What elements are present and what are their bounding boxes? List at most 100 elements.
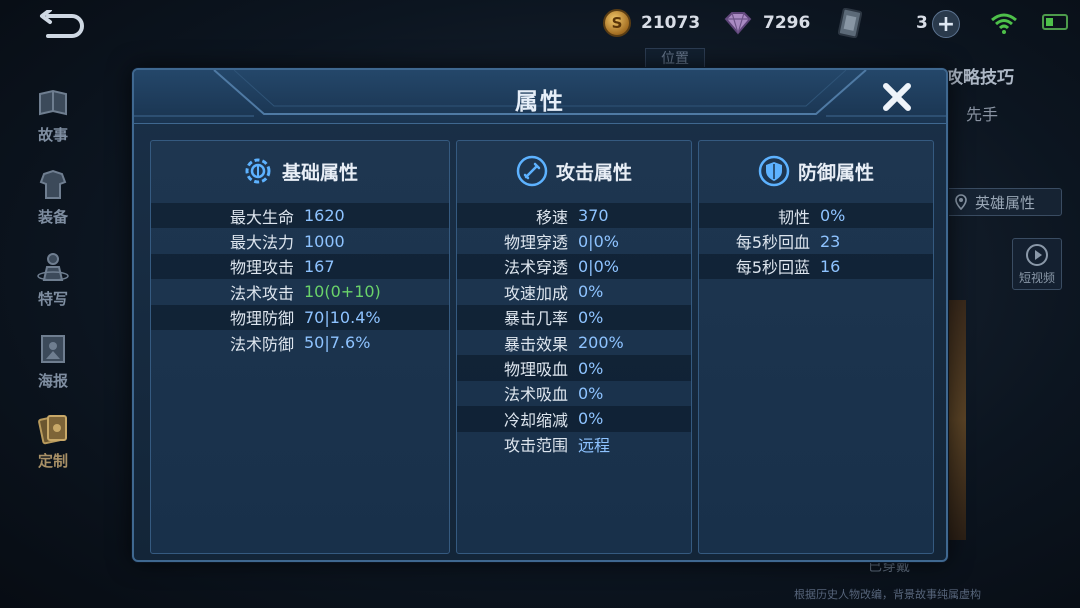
panel-header: 防御属性 — [699, 153, 933, 189]
modal-title: 属性 — [515, 89, 565, 115]
disclaimer-note: 根据历史人物改编，背景故事纯属虚构 — [794, 588, 981, 601]
background-tab-position: 位置 — [645, 48, 705, 68]
sidebar-item-poster[interactable]: 海报 — [22, 332, 84, 404]
attribute-label: 物理吸血 — [503, 360, 568, 380]
plus-icon: + — [936, 11, 956, 37]
attribute-value: 0% — [820, 206, 846, 226]
attribute-value: 167 — [304, 256, 335, 276]
location-pin-icon — [955, 194, 967, 210]
armor-icon — [39, 169, 67, 199]
base-attributes-panel: 基础属性 最大生命 1620 最大法力 1000 物理攻击 167 法术攻击 1… — [150, 140, 450, 554]
attribute-label: 最大法力 — [229, 233, 294, 253]
attribute-row: 每5秒回蓝 16 — [699, 253, 933, 280]
gold-coin-icon: S — [603, 9, 631, 37]
panel-title: 攻击属性 — [555, 161, 632, 184]
poster-icon — [41, 335, 65, 363]
sidebar-item-label: 海报 — [37, 372, 68, 390]
attribute-row: 每5秒回血 23 — [699, 228, 933, 253]
attribute-value: 0% — [578, 358, 604, 378]
figure-icon — [37, 253, 69, 281]
attribute-value: 0% — [578, 282, 604, 302]
attribute-label: 攻速加成 — [503, 283, 568, 303]
attribute-value: 1620 — [304, 206, 345, 226]
attribute-row: 冷却缩减 0% — [457, 406, 691, 432]
guide-tab: 攻略技巧 — [946, 68, 1014, 88]
attribute-value: 0|0% — [578, 256, 619, 276]
attribute-label: 最大生命 — [229, 207, 294, 227]
attribute-row: 暴击效果 200% — [457, 330, 691, 355]
attack-attributes-panel: 攻击属性 移速 370 物理穿透 0|0% 法术穿透 0|0% 攻速加成 0% … — [456, 140, 692, 554]
attribute-label: 法术吸血 — [503, 385, 568, 405]
attribute-row: 法术防御 50|7.6% — [151, 330, 449, 355]
attribute-row: 物理吸血 0% — [457, 355, 691, 381]
attribute-list: 韧性 0% 每5秒回血 23 每5秒回蓝 16 — [699, 203, 933, 280]
attribute-row: 最大生命 1620 — [151, 203, 449, 229]
attribute-label: 暴击几率 — [503, 309, 568, 329]
attribute-label: 移速 — [535, 207, 568, 227]
ticket-amount: 3 — [916, 13, 928, 33]
modal-header: 属性 — [134, 70, 946, 124]
gold-amount: 21073 — [641, 13, 701, 33]
battery-icon — [1042, 14, 1068, 30]
value-part: 10(0+ — [304, 282, 355, 302]
attribute-value: 0% — [578, 409, 604, 429]
add-currency-button[interactable]: + — [932, 10, 960, 38]
bonus-value: 10 — [354, 282, 375, 302]
attribute-row: 物理攻击 167 — [151, 253, 449, 280]
sidebar-item-label: 定制 — [37, 452, 68, 470]
shield-icon — [758, 155, 790, 187]
attribute-row: 最大法力 1000 — [151, 228, 449, 253]
attribute-label: 物理攻击 — [229, 258, 294, 278]
attribute-value: 0% — [578, 383, 604, 403]
attribute-value: 远程 — [578, 436, 611, 456]
attribute-label: 物理防御 — [229, 309, 294, 329]
sidebar-item-label: 装备 — [37, 208, 68, 226]
attribute-value: 0% — [578, 307, 604, 327]
attribute-row: 攻击范围 远程 — [457, 432, 691, 457]
attribute-label: 法术攻击 — [229, 283, 294, 303]
attribute-value: 200% — [578, 333, 624, 353]
sidebar-item-custom[interactable]: 定制 — [22, 412, 84, 484]
attribute-row: 物理穿透 0|0% — [457, 228, 691, 253]
back-arrow-icon[interactable] — [38, 10, 86, 40]
attribute-label: 冷却缩减 — [503, 410, 568, 430]
hero-attributes-button: 英雄属性 — [946, 188, 1062, 216]
attribute-value: 0|0% — [578, 231, 619, 251]
attribute-value: 50|7.6% — [304, 333, 371, 353]
gem-amount: 7296 — [763, 13, 811, 33]
sidebar-item-equipment[interactable]: 装备 — [22, 168, 84, 240]
attribute-label: 暴击效果 — [503, 334, 568, 354]
attribute-label: 法术防御 — [229, 334, 294, 354]
defense-attributes-panel: 防御属性 韧性 0% 每5秒回血 23 每5秒回蓝 16 — [698, 140, 934, 554]
sword-icon — [516, 155, 548, 187]
attribute-list: 最大生命 1620 最大法力 1000 物理攻击 167 法术攻击 10(0+1… — [151, 203, 449, 355]
ticket-icon — [838, 8, 862, 38]
attribute-row: 韧性 0% — [699, 203, 933, 229]
short-video-button: 短视频 — [1012, 238, 1062, 290]
attribute-label: 每5秒回蓝 — [735, 258, 810, 278]
gem-counter: 7296 — [723, 8, 810, 38]
attribute-row: 移速 370 — [457, 203, 691, 229]
ticket-counter: 3 — [838, 8, 928, 38]
attribute-value: 70|10.4% — [304, 307, 381, 327]
play-icon — [1026, 243, 1048, 266]
sidebar-item-closeup[interactable]: 特写 — [22, 250, 84, 322]
panel-header: 基础属性 — [151, 153, 449, 189]
sidebar-item-story[interactable]: 故事 — [22, 86, 84, 158]
panel-title: 防御属性 — [797, 161, 874, 184]
short-video-label: 短视频 — [1018, 270, 1055, 285]
attribute-label: 每5秒回血 — [735, 233, 810, 253]
attribute-row: 物理防御 70|10.4% — [151, 304, 449, 330]
attribute-value: 16 — [820, 256, 841, 276]
close-icon[interactable] — [878, 78, 916, 116]
wifi-icon — [991, 13, 1017, 34]
attribute-list: 移速 370 物理穿透 0|0% 法术穿透 0|0% 攻速加成 0% 暴击几率 … — [457, 203, 691, 457]
attribute-value: 370 — [578, 206, 609, 226]
attributes-modal: 属性 基础属性 最大生命 1620 最大法力 1000 物理攻击 167 法术攻… — [132, 68, 948, 562]
attribute-label: 攻击范围 — [503, 436, 568, 456]
attribute-row: 暴击几率 0% — [457, 304, 691, 330]
top-bar: S 21073 7296 3 + — [0, 0, 1080, 46]
attribute-label: 韧性 — [777, 207, 810, 227]
sidebar-item-label: 特写 — [37, 290, 68, 308]
attribute-label: 物理穿透 — [503, 233, 568, 253]
